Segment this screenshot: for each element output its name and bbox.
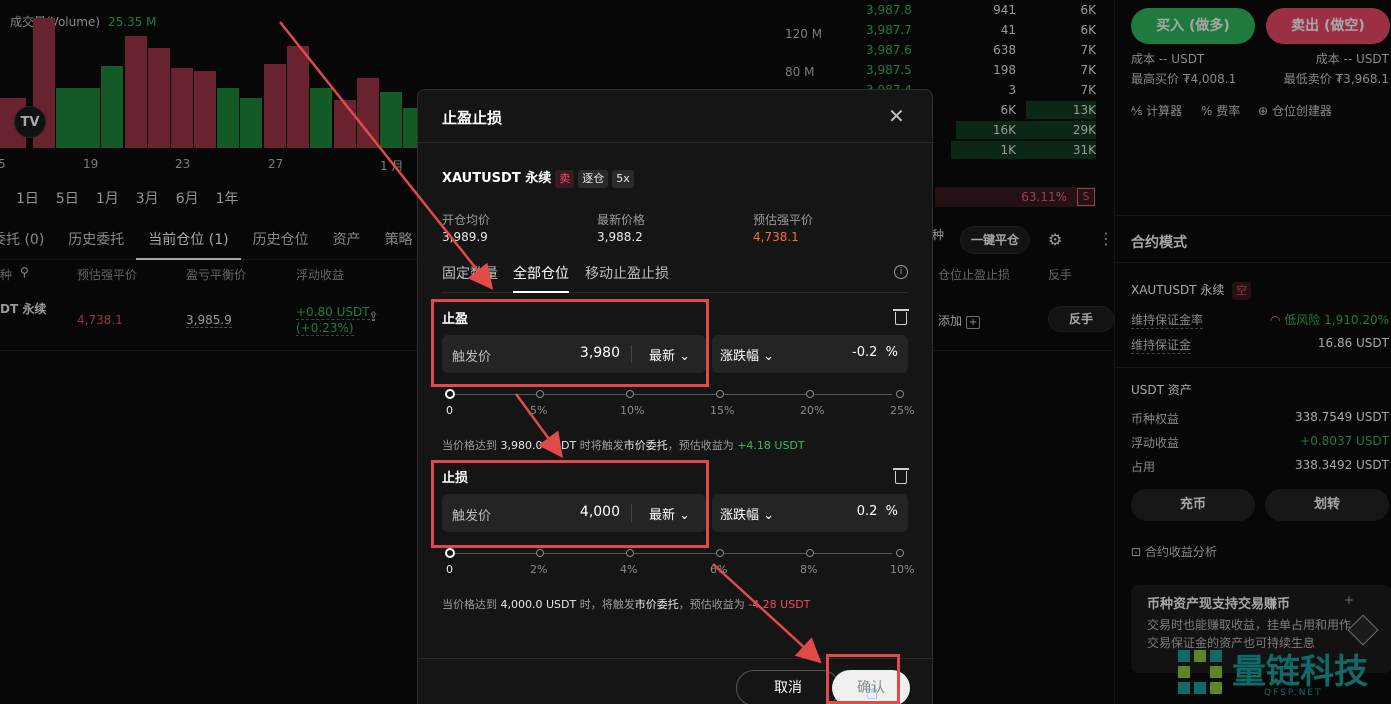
annotation-arrows xyxy=(279,21,822,664)
hand-cursor-icon: ☝ xyxy=(866,680,879,704)
